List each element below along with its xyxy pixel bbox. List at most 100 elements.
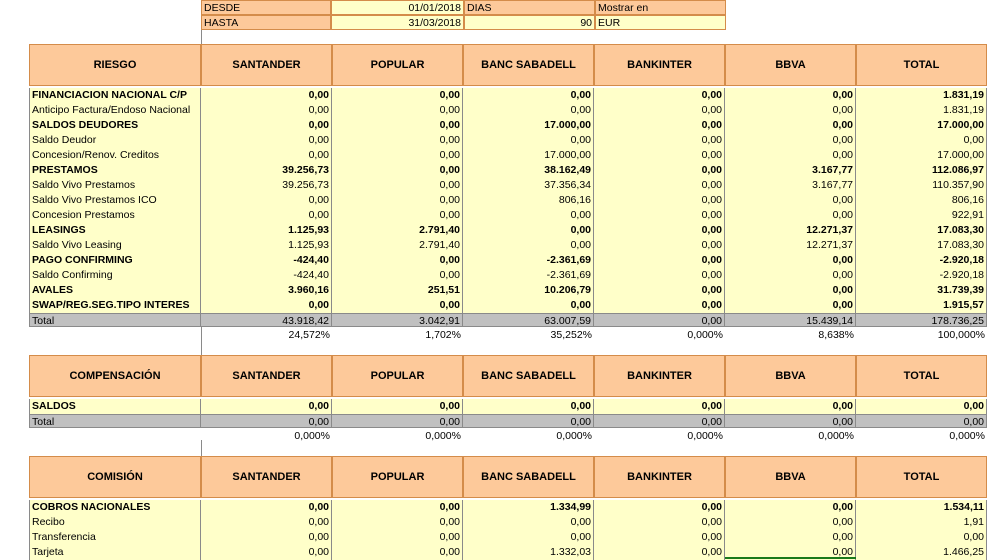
table-cell[interactable]: 0,00	[725, 253, 856, 268]
table-cell[interactable]: 3.167,77	[725, 163, 856, 178]
table-cell[interactable]: 0,00	[594, 88, 725, 103]
table-cell[interactable]: 39.256,73	[201, 163, 332, 178]
table-cell[interactable]: 39.256,73	[201, 178, 332, 193]
table-cell[interactable]: 0,00	[725, 283, 856, 298]
table-cell[interactable]: 0,00	[201, 118, 332, 133]
table-cell[interactable]: 0,00	[594, 399, 725, 414]
table-cell[interactable]: 0,00	[463, 238, 594, 253]
table-cell[interactable]: 1.915,57	[856, 298, 987, 313]
total-cell[interactable]: 0,00	[594, 414, 725, 428]
table-cell[interactable]: 1.466,25	[856, 545, 987, 560]
column-header-banc-sabadell[interactable]: BANC SABADELL	[463, 44, 594, 86]
table-cell[interactable]: 2.791,40	[332, 238, 463, 253]
table-cell[interactable]: 0,00	[332, 178, 463, 193]
table-cell[interactable]: 0,00	[201, 298, 332, 313]
table-cell[interactable]: 0,00	[332, 515, 463, 530]
table-cell[interactable]: 0,00	[725, 399, 856, 414]
table-cell[interactable]: 0,00	[332, 530, 463, 545]
table-cell[interactable]: 0,00	[463, 530, 594, 545]
table-cell[interactable]: -424,40	[201, 253, 332, 268]
table-cell[interactable]: 1.534,11	[856, 500, 987, 515]
table-cell[interactable]: 3.167,77	[725, 178, 856, 193]
table-cell[interactable]: 1.334,99	[463, 500, 594, 515]
table-cell[interactable]: 0,00	[725, 148, 856, 163]
table-cell[interactable]: 0,00	[594, 103, 725, 118]
table-cell[interactable]: 0,00	[201, 133, 332, 148]
column-header-popular[interactable]: POPULAR	[332, 44, 463, 86]
table-cell[interactable]: -424,40	[201, 268, 332, 283]
table-cell[interactable]: -2.361,69	[463, 268, 594, 283]
table-cell[interactable]: 1.831,19	[856, 103, 987, 118]
column-header-bbva[interactable]: BBVA	[725, 456, 856, 498]
table-cell[interactable]: 0,00	[463, 208, 594, 223]
total-cell[interactable]: 43.918,42	[201, 313, 332, 327]
column-header-santander[interactable]: SANTANDER	[201, 44, 332, 86]
currency-field[interactable]: EUR	[595, 15, 726, 30]
table-cell[interactable]: 1,91	[856, 515, 987, 530]
table-cell[interactable]: 0,00	[725, 268, 856, 283]
total-cell[interactable]: 0,00	[856, 414, 987, 428]
table-cell[interactable]: 251,51	[332, 283, 463, 298]
table-cell[interactable]: 1.125,93	[201, 238, 332, 253]
table-cell[interactable]: 0,00	[332, 88, 463, 103]
total-cell[interactable]: 0,00	[463, 414, 594, 428]
hasta-date-field[interactable]: 31/03/2018	[331, 15, 464, 30]
table-cell[interactable]: 0,00	[463, 223, 594, 238]
column-header-popular[interactable]: POPULAR	[332, 355, 463, 397]
table-cell[interactable]: 0,00	[725, 88, 856, 103]
total-cell[interactable]: 15.439,14	[725, 313, 856, 327]
table-cell[interactable]: 0,00	[332, 399, 463, 414]
table-cell[interactable]: 0,00	[594, 268, 725, 283]
table-cell[interactable]: 0,00	[725, 515, 856, 530]
total-cell[interactable]: 0,00	[594, 313, 725, 327]
table-cell[interactable]: 0,00	[201, 148, 332, 163]
table-cell[interactable]: 12.271,37	[725, 238, 856, 253]
column-header-bankinter[interactable]: BANKINTER	[594, 456, 725, 498]
table-cell[interactable]: 806,16	[856, 193, 987, 208]
table-cell[interactable]: 31.739,39	[856, 283, 987, 298]
table-cell[interactable]: 17.000,00	[463, 118, 594, 133]
table-cell[interactable]: 0,00	[594, 148, 725, 163]
table-cell[interactable]: 0,00	[594, 163, 725, 178]
table-cell[interactable]: 0,00	[201, 515, 332, 530]
table-cell[interactable]: 0,00	[463, 399, 594, 414]
table-cell[interactable]: 12.271,37	[725, 223, 856, 238]
total-cell[interactable]: 63.007,59	[463, 313, 594, 327]
table-cell[interactable]: 17.000,00	[856, 118, 987, 133]
total-cell[interactable]: 0,00	[332, 414, 463, 428]
table-cell[interactable]: 0,00	[725, 118, 856, 133]
table-cell[interactable]: 0,00	[201, 545, 332, 560]
table-cell[interactable]: 0,00	[594, 178, 725, 193]
table-cell[interactable]: 0,00	[332, 133, 463, 148]
table-cell[interactable]: -2.920,18	[856, 253, 987, 268]
table-cell[interactable]: 0,00	[594, 193, 725, 208]
table-cell[interactable]: 922,91	[856, 208, 987, 223]
table-cell[interactable]: 0,00	[332, 193, 463, 208]
table-cell[interactable]: 10.206,79	[463, 283, 594, 298]
table-cell[interactable]: 1.831,19	[856, 88, 987, 103]
table-cell[interactable]: 0,00	[332, 103, 463, 118]
table-cell[interactable]: 0,00	[856, 399, 987, 414]
table-cell[interactable]: 0,00	[332, 268, 463, 283]
table-cell[interactable]: 0,00	[463, 515, 594, 530]
table-cell[interactable]: 0,00	[594, 500, 725, 515]
table-cell[interactable]: 0,00	[594, 223, 725, 238]
total-cell[interactable]: 0,00	[725, 414, 856, 428]
table-cell[interactable]: 0,00	[725, 530, 856, 545]
table-cell[interactable]: 0,00	[725, 103, 856, 118]
table-cell[interactable]: 0,00	[594, 118, 725, 133]
table-cell[interactable]: 0,00	[201, 193, 332, 208]
column-header-banc-sabadell[interactable]: BANC SABADELL	[463, 456, 594, 498]
total-cell[interactable]: 0,00	[201, 414, 332, 428]
table-cell[interactable]: 3.960,16	[201, 283, 332, 298]
table-cell[interactable]: 0,00	[856, 133, 987, 148]
column-header-bankinter[interactable]: BANKINTER	[594, 355, 725, 397]
table-cell[interactable]: 2.791,40	[332, 223, 463, 238]
table-cell[interactable]: 0,00	[594, 515, 725, 530]
table-cell[interactable]: 0,00	[725, 545, 856, 560]
table-cell[interactable]: 0,00	[463, 133, 594, 148]
table-cell[interactable]: 38.162,49	[463, 163, 594, 178]
table-cell[interactable]: 806,16	[463, 193, 594, 208]
column-header-banc-sabadell[interactable]: BANC SABADELL	[463, 355, 594, 397]
table-cell[interactable]: 0,00	[594, 298, 725, 313]
